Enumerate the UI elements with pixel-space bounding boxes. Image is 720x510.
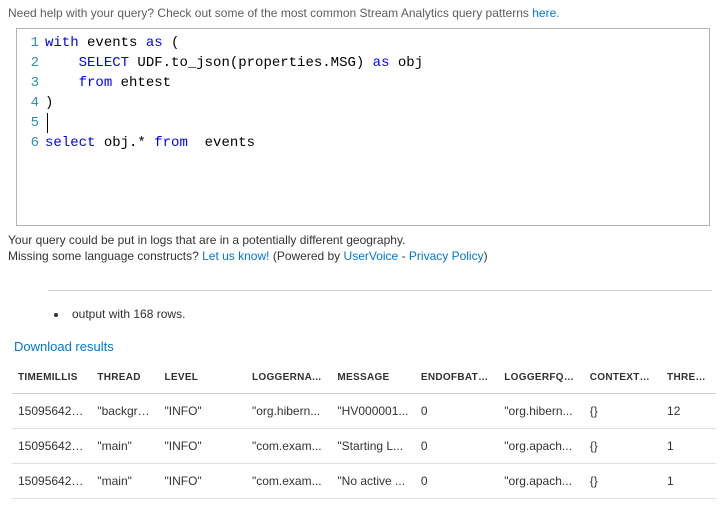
table-row[interactable]: 150956421..."backgrou..."INFO""org.hiber… — [12, 394, 716, 429]
table-cell: "No active ... — [331, 464, 414, 499]
code-content[interactable]: with events as ( SELECT UDF.to_json(prop… — [45, 33, 709, 153]
output-summary: output with 168 rows. — [68, 303, 712, 327]
table-cell: "main" — [91, 464, 158, 499]
let-us-know-link[interactable]: Let us know! — [202, 249, 269, 263]
column-header[interactable]: LEVEL — [158, 364, 245, 394]
table-cell: 0 — [415, 464, 498, 499]
column-header[interactable]: LOGGERFQCN — [498, 364, 583, 394]
table-cell: 150956421... — [12, 394, 91, 429]
table-cell: 0 — [415, 429, 498, 464]
query-editor[interactable]: 123456 with events as ( SELECT UDF.to_js… — [16, 28, 710, 226]
table-cell: "INFO" — [158, 464, 245, 499]
cursor — [47, 113, 709, 133]
table-row[interactable]: 150956421..."main""INFO""com.exam..."Sta… — [12, 429, 716, 464]
output-row-count: output with 168 rows. — [68, 307, 712, 321]
column-header[interactable]: CONTEXTM... — [584, 364, 661, 394]
table-cell: 1 — [661, 464, 716, 499]
column-header[interactable]: TIMEMILLIS — [12, 364, 91, 394]
table-cell: "org.hibern... — [246, 394, 331, 429]
column-header[interactable]: LOGGERNA... — [246, 364, 331, 394]
column-header[interactable]: THREAD — [91, 364, 158, 394]
download-results-link[interactable]: Download results — [14, 339, 114, 354]
table-cell: "Starting L... — [331, 429, 414, 464]
table-cell: 12 — [661, 394, 716, 429]
lang-note: Missing some language constructs? Let us… — [8, 248, 712, 264]
uservoice-link[interactable]: UserVoice — [344, 249, 399, 263]
table-cell: 150956421... — [12, 464, 91, 499]
table-body: 150956421..."backgrou..."INFO""org.hiber… — [12, 394, 716, 499]
table-cell: {} — [584, 394, 661, 429]
separator — [48, 290, 712, 291]
table-cell: "org.hibern... — [498, 394, 583, 429]
table-header-row: TIMEMILLISTHREADLEVELLOGGERNA...MESSAGEE… — [12, 364, 716, 394]
table-cell: "INFO" — [158, 429, 245, 464]
column-header[interactable]: MESSAGE — [331, 364, 414, 394]
results-table: TIMEMILLISTHREADLEVELLOGGERNA...MESSAGEE… — [12, 364, 716, 499]
table-cell: 150956421... — [12, 429, 91, 464]
column-header[interactable]: THREADID — [661, 364, 716, 394]
table-cell: "org.apach... — [498, 464, 583, 499]
help-text: Need help with your query? Check out som… — [8, 6, 712, 20]
editor-notes: Your query could be put in logs that are… — [8, 232, 712, 264]
table-row[interactable]: 150956421..."main""INFO""com.exam..."No … — [12, 464, 716, 499]
table-cell: 1 — [661, 429, 716, 464]
table-cell: "com.exam... — [246, 464, 331, 499]
table-cell: "INFO" — [158, 394, 245, 429]
table-cell: 0 — [415, 394, 498, 429]
column-header[interactable]: ENDOFBATCH — [415, 364, 498, 394]
table-cell: "com.exam... — [246, 429, 331, 464]
table-cell: "backgrou... — [91, 394, 158, 429]
table-cell: {} — [584, 464, 661, 499]
line-gutter: 123456 — [17, 33, 45, 153]
privacy-policy-link[interactable]: Privacy Policy — [409, 249, 484, 263]
geo-note: Your query could be put in logs that are… — [8, 232, 712, 248]
table-cell: "HV000001... — [331, 394, 414, 429]
help-link[interactable]: here — [532, 6, 556, 20]
table-cell: {} — [584, 429, 661, 464]
table-cell: "org.apach... — [498, 429, 583, 464]
table-cell: "main" — [91, 429, 158, 464]
